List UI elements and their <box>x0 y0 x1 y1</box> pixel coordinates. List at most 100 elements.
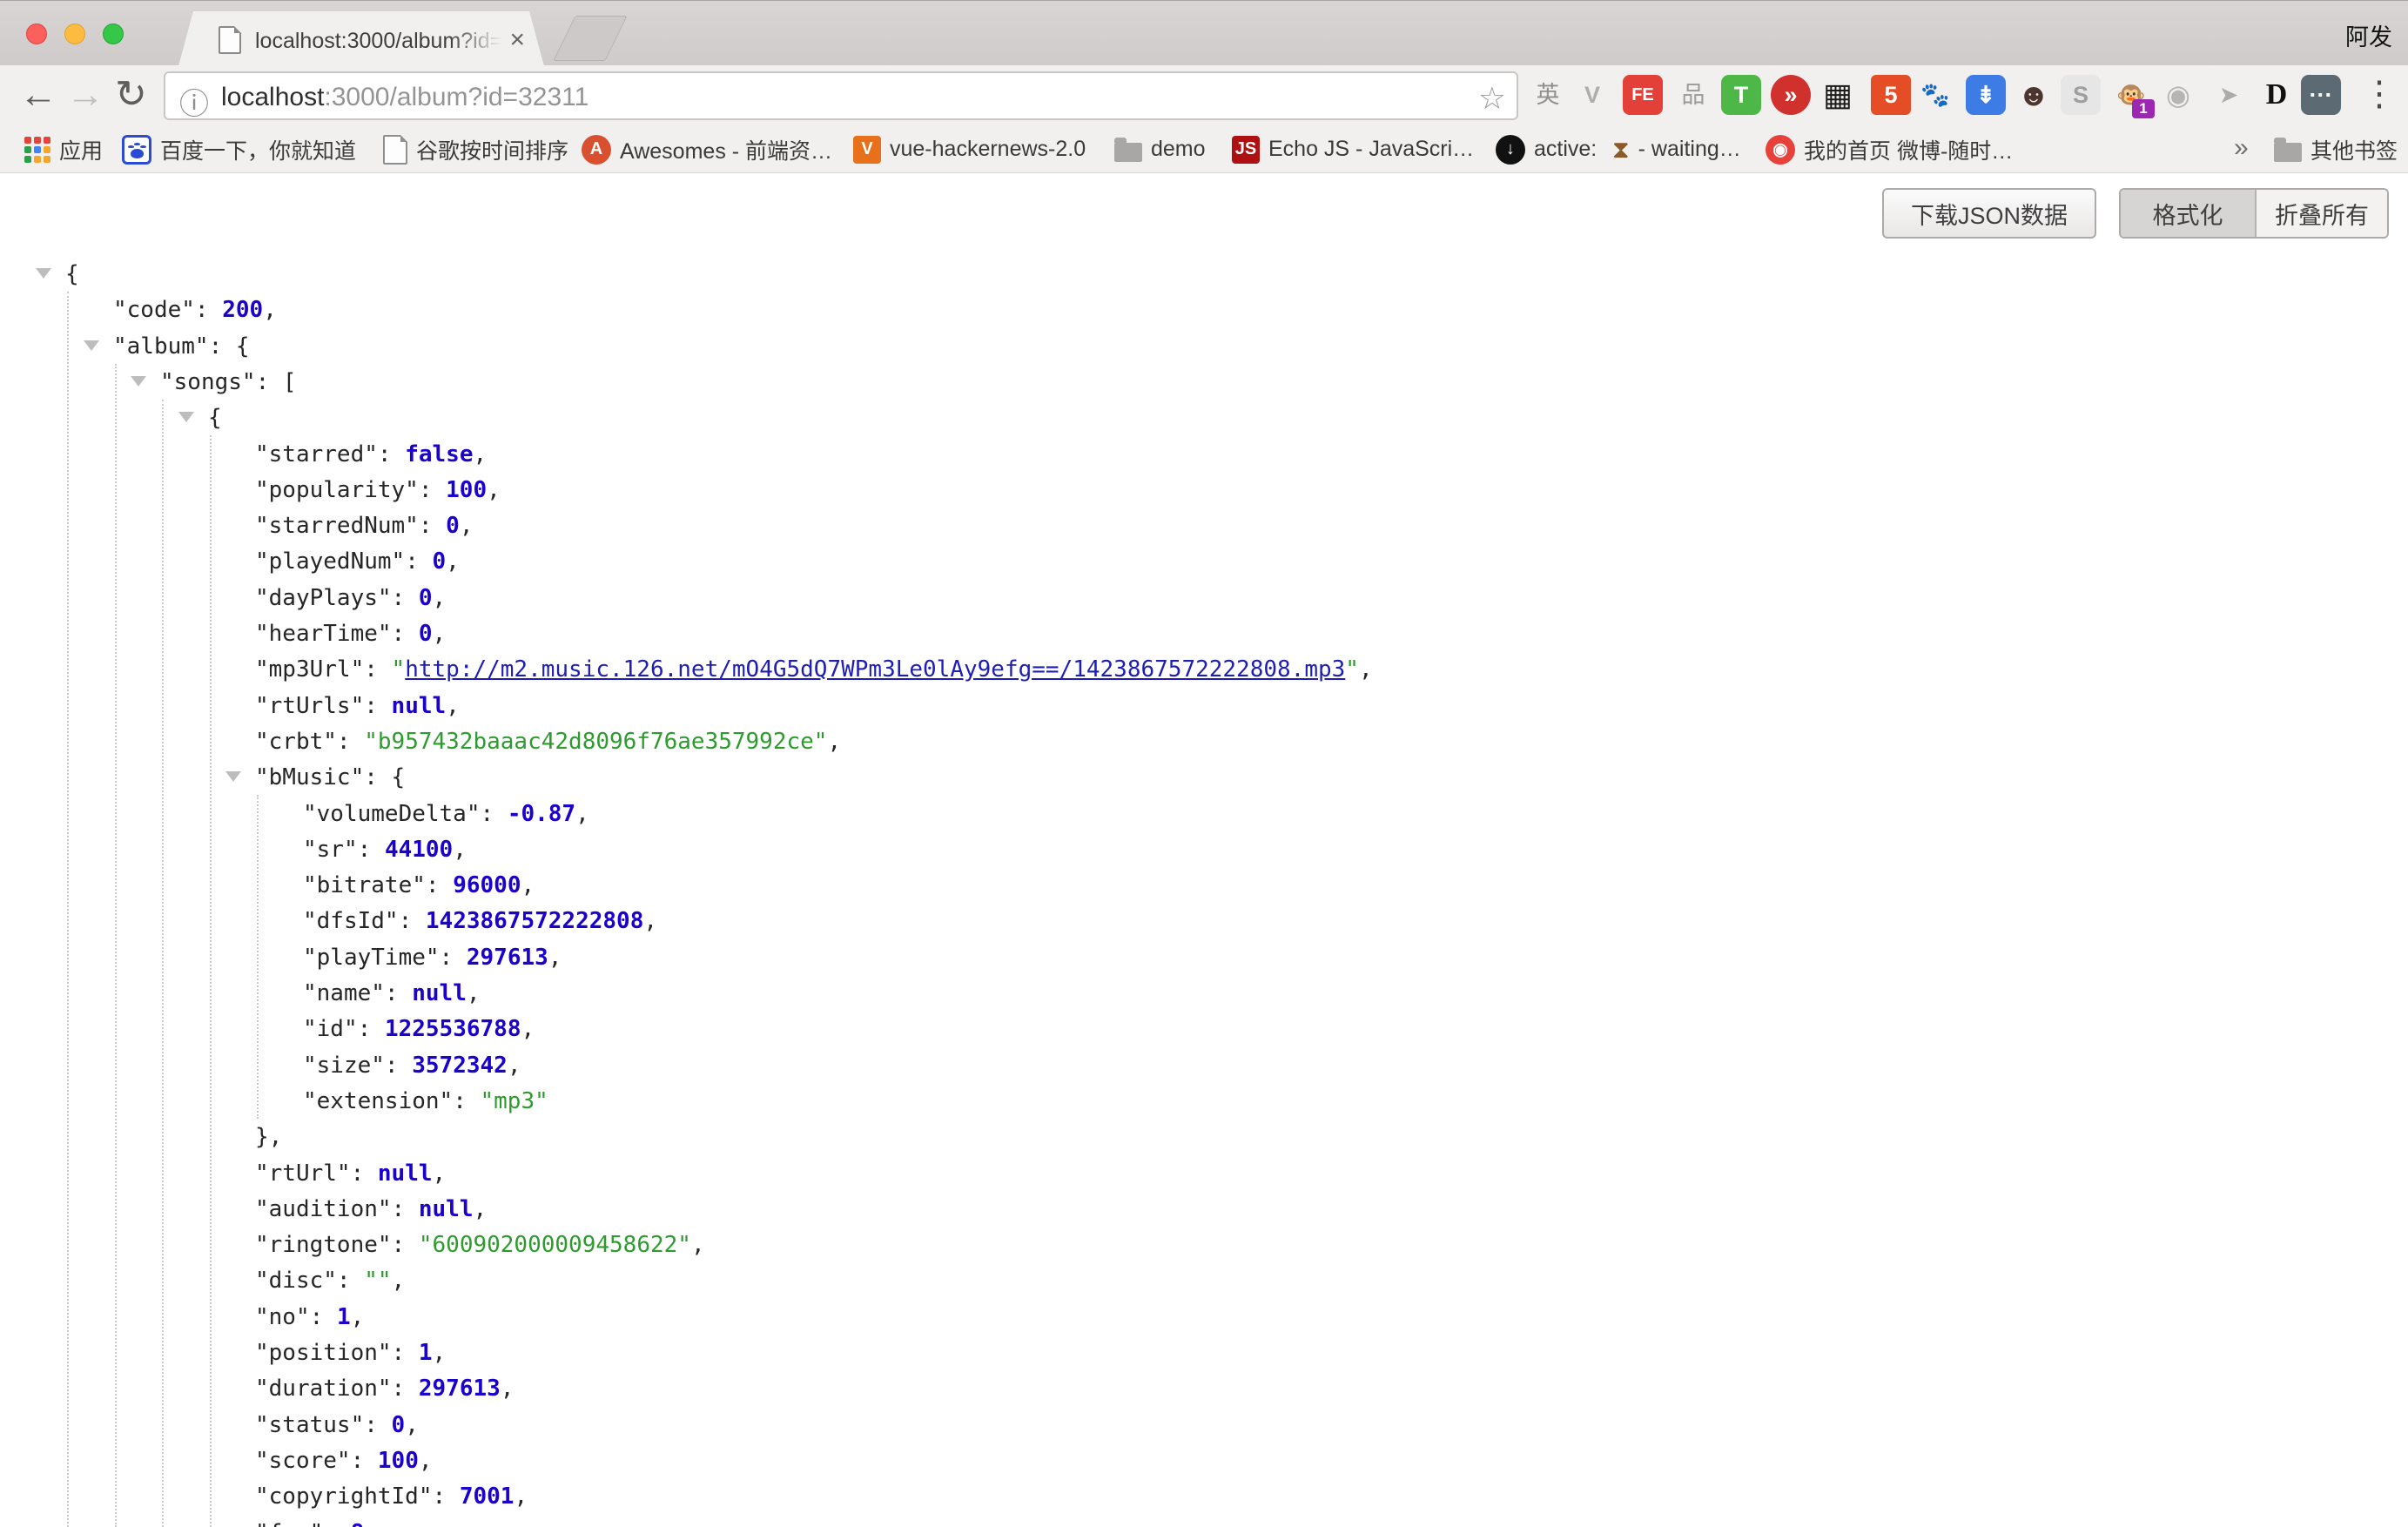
minimize-window-button[interactable] <box>64 24 85 44</box>
json-line: "songs": [ <box>160 364 297 400</box>
indent-guide <box>257 795 259 1119</box>
bookmarks-overflow-icon[interactable]: » <box>2234 133 2249 163</box>
bookmark-waiting-icon: ⧗ <box>1612 135 1630 165</box>
json-line: "name": null, <box>303 975 481 1012</box>
indent-guide <box>115 364 117 1527</box>
sitemap-extension-icon[interactable]: 品 <box>1673 75 1713 115</box>
bookmark-waiting[interactable]: ⧗ - waiting… <box>1612 126 1741 172</box>
html5-player-extension-icon[interactable]: 5 <box>1871 75 1911 115</box>
bookmark-awesomes[interactable]: AAwesomes - 前端资… <box>582 126 832 172</box>
json-line: { <box>65 256 79 293</box>
vimium-extension-icon[interactable]: V <box>1572 75 1612 115</box>
baidu-paw-icon <box>122 135 151 165</box>
bookmark-weibo-home-icon: ◉ <box>1766 135 1795 165</box>
indent-guide <box>162 400 164 1527</box>
monkey-extension-icon[interactable]: 🐵1 <box>2111 75 2151 115</box>
json-line: { <box>208 400 222 436</box>
json-line: "code": 200, <box>113 292 277 328</box>
bookmark-active[interactable]: ↓ active: <box>1496 126 1597 172</box>
url-host: localhost <box>221 83 324 111</box>
json-line: "rtUrls": null, <box>255 688 460 724</box>
json-line: "playedNum": 0, <box>255 543 460 580</box>
weibo-gray-extension-icon[interactable]: ◉ <box>2158 75 2198 115</box>
forward-button: → <box>66 71 104 119</box>
bookmark-awesomes-icon: A <box>582 135 611 165</box>
bookmark-label: 谷歌按时间排序 <box>416 134 568 165</box>
page-favicon-icon <box>219 26 241 54</box>
bird-extension-icon[interactable]: ➤ <box>2209 75 2249 115</box>
tab-title: localhost:3000/album?id=323 <box>255 29 504 54</box>
json-line: "starred": false, <box>255 436 487 473</box>
bookmark-weibo-home[interactable]: ◉我的首页 微博-随时… <box>1766 126 2013 172</box>
json-line: "no": 1, <box>255 1299 364 1335</box>
site-info-icon[interactable]: ⓘ <box>179 80 209 123</box>
browser-window: localhost:3000/album?id=323 × 阿发 ← → ↻ ⓘ… <box>0 0 2408 1527</box>
fastforward-extension-icon[interactable]: » <box>1771 75 1811 115</box>
collapse-triangle-icon[interactable] <box>84 340 99 351</box>
darkmode-extension-icon[interactable]: D <box>2257 75 2297 115</box>
json-line: "starredNum": 0, <box>255 508 473 544</box>
profile-name[interactable]: 阿发 <box>2345 18 2392 52</box>
collapse-triangle-icon[interactable] <box>225 771 241 782</box>
translate-extension-icon[interactable]: 英 <box>1528 75 1568 115</box>
close-window-button[interactable] <box>26 24 47 44</box>
bookmark-google-sort[interactable]: 谷歌按时间排序 <box>383 126 568 172</box>
page-content: 下载JSON数据 格式化 折叠所有 {"code": 200,"album": … <box>0 173 2408 1527</box>
tab-close-icon[interactable]: × <box>509 25 525 55</box>
downloads-extension-icon[interactable]: ⇟ <box>1966 75 2006 115</box>
address-bar[interactable]: ⓘ localhost:3000/album?id=32311 ☆ <box>164 71 1518 120</box>
bookmark-echojs[interactable]: JSEcho JS - JavaScri… <box>1232 126 1474 172</box>
more-tools-extension-icon[interactable]: ··· <box>2301 75 2341 115</box>
bookmark-demo-folder[interactable]: demo <box>1114 126 1206 172</box>
json-viewer: {"code": 200,"album": {"songs": [{"starr… <box>0 173 2408 1527</box>
json-line: "copyrightId": 7001, <box>255 1478 528 1515</box>
browser-tab[interactable]: localhost:3000/album?id=323 × <box>178 11 544 66</box>
bookmark-baidu[interactable]: 百度一下，你就知道 <box>122 126 356 172</box>
json-line: "bMusic": { <box>255 759 405 796</box>
other-bookmarks-folder[interactable]: 其他书签 <box>2274 126 2398 172</box>
bookmark-vue-hackernews[interactable]: Vvue-hackernews-2.0 <box>853 126 1086 172</box>
mp3-url-link[interactable]: http://m2.music.126.net/mO4G5dQ7WPm3Le0l… <box>405 656 1345 683</box>
bookmark-label: - waiting… <box>1638 137 1741 162</box>
folder-icon <box>2274 143 2302 162</box>
bookmark-label: active: <box>1534 137 1597 162</box>
collapse-triangle-icon[interactable] <box>131 376 146 387</box>
bookmark-apps[interactable]: 应用 <box>24 126 103 172</box>
json-line: "extension": "mp3" <box>303 1083 548 1120</box>
json-line: "position": 1, <box>255 1335 446 1371</box>
bookmark-label: 百度一下，你就知道 <box>160 134 356 165</box>
extension-badge: 1 <box>2132 99 2155 118</box>
fe-extension-icon[interactable]: FE <box>1623 75 1663 115</box>
back-button[interactable]: ← <box>19 71 57 119</box>
new-tab-button[interactable] <box>553 16 627 61</box>
reload-button[interactable]: ↻ <box>115 71 147 119</box>
bookmark-label: Echo JS - JavaScri… <box>1268 137 1474 162</box>
url-path: :3000/album?id=32311 <box>324 83 589 111</box>
paw-extension-icon[interactable]: 🐾 <box>1915 75 1955 115</box>
tampermonkey-extension-icon[interactable]: T <box>1721 75 1761 115</box>
json-line: "duration": 297613, <box>255 1370 514 1407</box>
titlebar: localhost:3000/album?id=323 × 阿发 <box>0 0 2408 65</box>
url-text[interactable]: localhost:3000/album?id=32311 <box>221 83 589 112</box>
json-line: "hearTime": 0, <box>255 616 446 652</box>
zoom-window-button[interactable] <box>103 24 124 44</box>
page-icon <box>383 135 407 165</box>
collapse-triangle-icon[interactable] <box>178 412 194 422</box>
chrome-menu-icon[interactable]: ⋮ <box>2362 74 2397 114</box>
indent-guide <box>210 435 212 1527</box>
qrcode-extension-icon[interactable]: ▦ <box>1818 75 1858 115</box>
mask-face-extension-icon[interactable]: ☻ <box>2014 75 2054 115</box>
collapse-triangle-icon[interactable] <box>36 268 51 279</box>
json-line: "mp3Url": "http://m2.music.126.net/mO4G5… <box>255 651 1373 688</box>
apps-grid-icon <box>24 137 50 163</box>
json-line: "status": 0, <box>255 1407 419 1443</box>
json-line: "album": { <box>113 328 250 365</box>
bookmark-active-icon: ↓ <box>1496 135 1525 165</box>
folder-icon <box>1114 143 1142 162</box>
json-line: "sr": 44100, <box>303 831 467 868</box>
shortcuts-extension-icon[interactable]: S <box>2061 75 2101 115</box>
bookmarks-bar: » 其他书签 应用 百度一下，你就知道 谷歌按时间排序 AAwesomes - 前端资… <box>0 126 2408 173</box>
json-line: }, <box>255 1119 282 1155</box>
bookmark-star-icon[interactable]: ☆ <box>1478 80 1506 117</box>
json-line: "popularity": 100, <box>255 472 501 508</box>
